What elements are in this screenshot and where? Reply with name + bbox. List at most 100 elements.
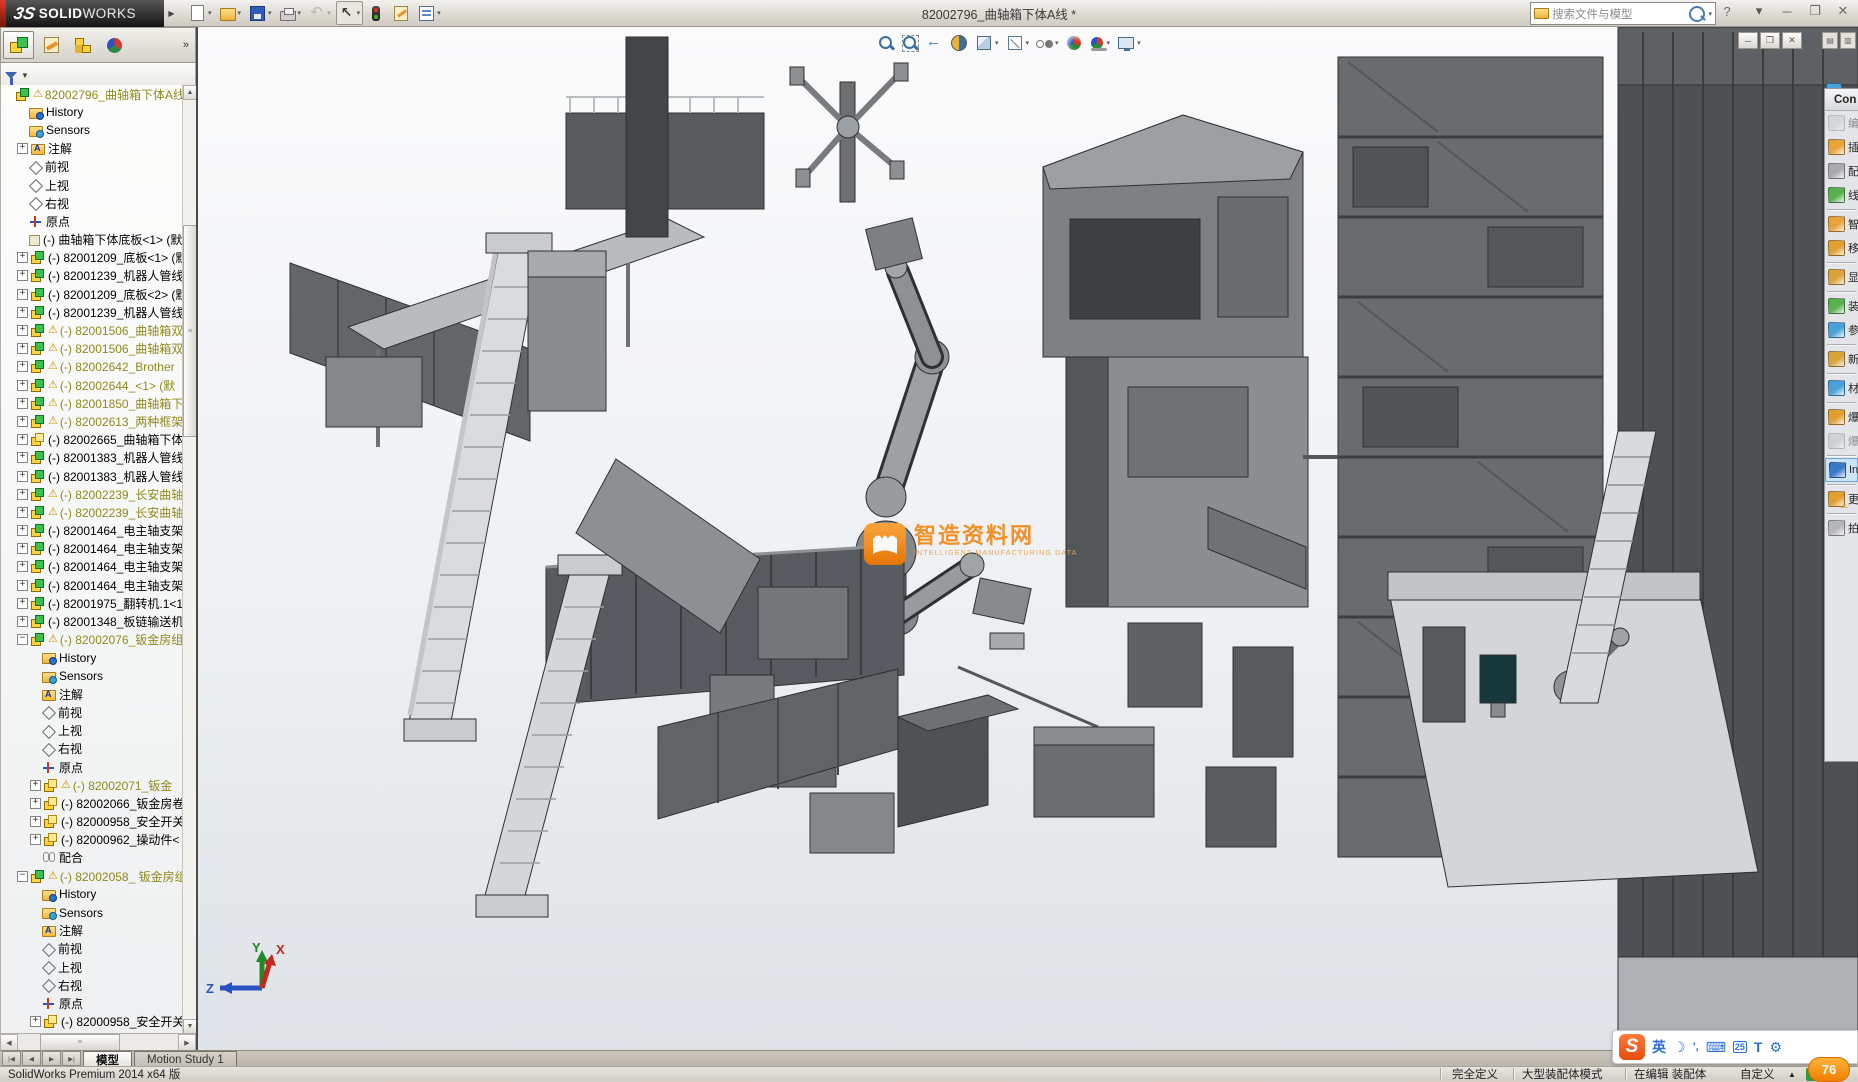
hscroll-thumb[interactable]: ≡: [40, 1034, 120, 1051]
explode-line-sketch-button[interactable]: 爆: [1825, 429, 1858, 453]
expander-icon[interactable]: +: [17, 416, 28, 427]
notification-badge[interactable]: 76: [1808, 1057, 1850, 1082]
tab-display-manager[interactable]: [99, 31, 130, 59]
tab-configuration-manager[interactable]: [67, 31, 98, 59]
update-button[interactable]: ⚠更: [1825, 487, 1858, 511]
more-tabs-chevron[interactable]: »: [183, 39, 193, 51]
tree-item[interactable]: +⚠(-) 82001506_曲轴箱双: [1, 321, 196, 339]
status-custom[interactable]: 自定义: [1740, 1067, 1775, 1081]
search-icon[interactable]: [1689, 6, 1705, 22]
tree-item[interactable]: 上视: [1, 722, 196, 740]
keyboard-icon[interactable]: ⌨: [1706, 1039, 1726, 1056]
tree-item[interactable]: History: [1, 103, 196, 121]
dropdown-caret-icon[interactable]: ▾: [268, 9, 272, 17]
view-orientation-button[interactable]: ▾: [973, 32, 1001, 54]
tree-item[interactable]: +注解: [1, 140, 196, 158]
tree-item[interactable]: 注解: [1, 922, 196, 940]
tree-item[interactable]: 配合: [1, 849, 196, 867]
open-button[interactable]: ▾: [217, 1, 245, 25]
take-snapshot-button[interactable]: 拍: [1825, 516, 1858, 540]
pane-splitter[interactable]: [196, 27, 198, 1050]
restore-button[interactable]: ❐: [1804, 3, 1826, 19]
expander-icon[interactable]: +: [17, 598, 28, 609]
expander-icon[interactable]: +: [17, 361, 28, 372]
apply-scene-button[interactable]: ▾: [1087, 32, 1113, 54]
search-caret-icon[interactable]: ▾: [1708, 10, 1712, 18]
hide-show-items-button[interactable]: ▾: [1034, 32, 1061, 54]
expander-icon[interactable]: +: [17, 398, 28, 409]
edit-appearance-button[interactable]: [1064, 32, 1084, 54]
tree-item[interactable]: +(-) 82001464_电主轴支架: [1, 540, 196, 558]
dropdown-caret-icon[interactable]: ▾: [357, 9, 361, 17]
next-tab-icon[interactable]: ▶: [42, 1051, 61, 1066]
tree-item[interactable]: 前视: [1, 940, 196, 958]
tree-item[interactable]: History: [1, 649, 196, 667]
dropdown-caret-icon[interactable]: ▾: [1107, 39, 1111, 47]
scroll-left-icon[interactable]: ◀: [0, 1034, 18, 1051]
display-style-button[interactable]: ▾: [1004, 32, 1032, 54]
expander-icon[interactable]: +: [17, 543, 28, 554]
dropdown-caret-icon[interactable]: ▾: [995, 39, 999, 47]
select-button[interactable]: ▾: [336, 1, 364, 25]
expander-icon[interactable]: +: [30, 780, 41, 791]
tree-item[interactable]: +⚠(-) 82001850_曲轴箱下: [1, 394, 196, 412]
toolbar-expand-arrow[interactable]: ▶: [166, 4, 177, 22]
tree-item[interactable]: 原点: [1, 212, 196, 230]
tree-item[interactable]: +(-) 82001348_板链输送机: [1, 612, 196, 630]
tree-item[interactable]: +(-) 82000958_安全开关: [1, 813, 196, 831]
expander-icon[interactable]: +: [17, 307, 28, 318]
insert-components-button[interactable]: 插: [1825, 135, 1858, 159]
pane-split-icon[interactable]: ▥: [1840, 32, 1856, 49]
search-box[interactable]: 搜索文件与模型 ▾: [1530, 2, 1716, 25]
tree-item[interactable]: +(-) 82000962_操动件<: [1, 831, 196, 849]
feature-tree[interactable]: ⚠82002796_曲轴箱下体A线HistorySensors+注解前视上视右视…: [0, 85, 196, 1034]
expander-icon[interactable]: +: [30, 816, 41, 827]
tab-motion-study[interactable]: Motion Study 1: [134, 1051, 237, 1067]
tree-horizontal-scrollbar[interactable]: ◀ ≡ ▶: [0, 1033, 196, 1050]
dropdown-caret-icon[interactable]: ▾: [298, 9, 302, 17]
graphics-area[interactable]: ▾▾▾▾▾ ─ ❐ ✕ ▤ ▥ 智造资料网 INTELLIGENT MANUFA…: [198, 27, 1858, 1050]
tree-item[interactable]: 原点: [1, 758, 196, 776]
pane-toggle-icon[interactable]: ▤: [1822, 32, 1838, 49]
new-document-button[interactable]: ▾: [186, 1, 215, 25]
smart-fasteners-button[interactable]: 智: [1825, 212, 1858, 236]
mate-button[interactable]: 配: [1825, 159, 1858, 183]
expander-icon[interactable]: +: [17, 434, 28, 445]
expander-icon[interactable]: +: [30, 834, 41, 845]
tree-item[interactable]: +(-) 82001239_机器人管线: [1, 267, 196, 285]
expander-icon[interactable]: +: [30, 1016, 41, 1027]
save-button[interactable]: ▾: [246, 1, 275, 25]
tree-item[interactable]: +(-) 82001383_机器人管线: [1, 467, 196, 485]
ime-language-toggle[interactable]: 英: [1652, 1037, 1666, 1057]
tree-item[interactable]: 右视: [1, 740, 196, 758]
tree-item[interactable]: +⚠(-) 82002613_两种框架: [1, 412, 196, 430]
custom-caret-icon[interactable]: ▲: [1788, 1067, 1796, 1081]
edit-component-button[interactable]: 编: [1825, 111, 1858, 135]
expander-icon[interactable]: +: [17, 580, 28, 591]
tree-item[interactable]: +⚠(-) 82002642_Brother: [1, 358, 196, 376]
expander-icon[interactable]: +: [17, 489, 28, 500]
expander-icon[interactable]: +: [17, 561, 28, 572]
tree-item[interactable]: −⚠(-) 82002076_钣金房组: [1, 631, 196, 649]
tab-property-manager[interactable]: [35, 31, 66, 59]
new-motion-study-button[interactable]: 新: [1825, 347, 1858, 371]
tree-item[interactable]: +(-) 82001209_底板<1> (默: [1, 249, 196, 267]
expander-icon[interactable]: +: [17, 471, 28, 482]
dropdown-caret-icon[interactable]: ▾: [437, 9, 441, 17]
tree-item[interactable]: ⚠82002796_曲轴箱下体A线: [1, 85, 196, 103]
tree-item[interactable]: 注解: [1, 685, 196, 703]
doc-restore-button[interactable]: ❐: [1760, 32, 1780, 49]
rebuild-button[interactable]: [365, 1, 387, 25]
tree-item[interactable]: +⚠(-) 82002239_长安曲轴: [1, 503, 196, 521]
tree-item[interactable]: +(-) 82002066_钣金房卷: [1, 794, 196, 812]
assembly-features-button[interactable]: 装: [1825, 294, 1858, 318]
reference-geometry-button[interactable]: 参: [1825, 318, 1858, 342]
tree-item[interactable]: (-) 曲轴箱下体底板<1> (默: [1, 231, 196, 249]
tab-feature-manager[interactable]: [3, 31, 34, 59]
close-button[interactable]: ✕: [1832, 3, 1854, 19]
tree-item[interactable]: +(-) 82001209_底板<2> (默: [1, 285, 196, 303]
tree-item[interactable]: −⚠(-) 82002058_ 钣金房组: [1, 867, 196, 885]
minimize-button[interactable]: ─: [1776, 4, 1798, 19]
expander-icon[interactable]: +: [30, 798, 41, 809]
people-icon[interactable]: 25: [1733, 1041, 1747, 1053]
